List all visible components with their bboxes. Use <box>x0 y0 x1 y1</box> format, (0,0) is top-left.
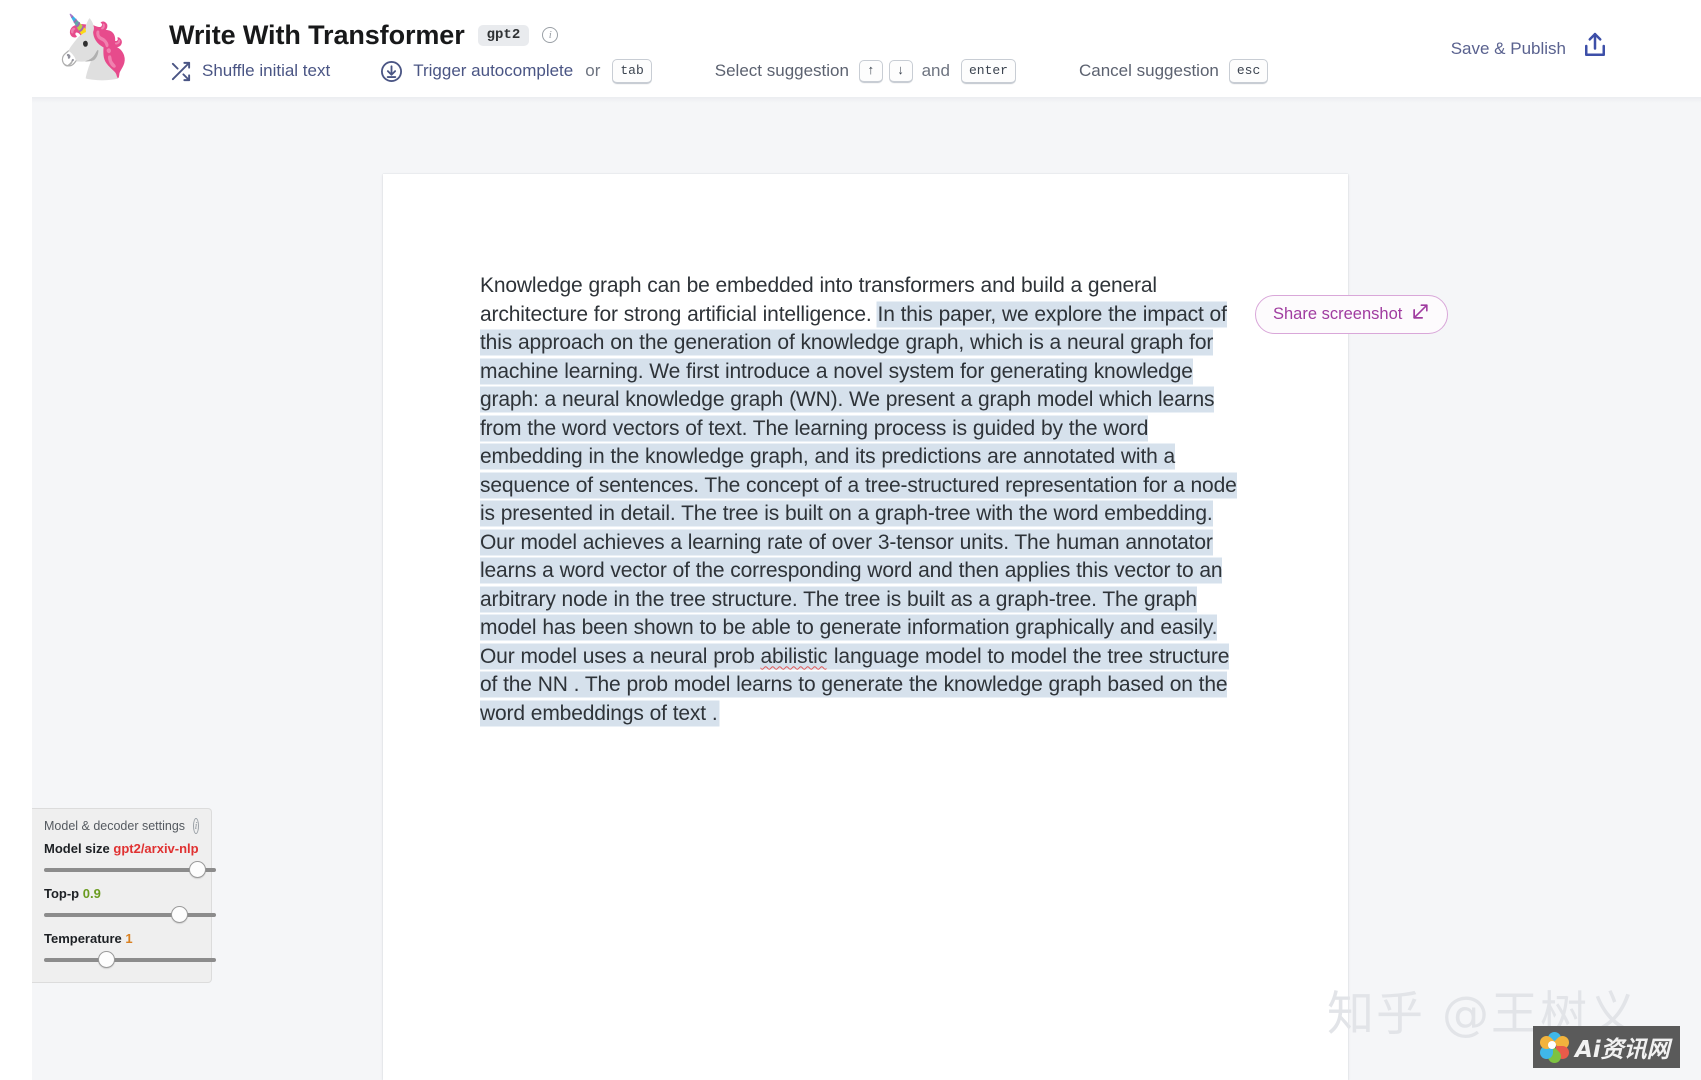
setting-temperature-label: Temperature 1 <box>44 931 199 946</box>
page-body: Knowledge graph can be embedded into tra… <box>32 97 1701 1080</box>
select-suggestion-label: Select suggestion <box>714 61 849 80</box>
header-inner: 🦄 Write With Transformer gpt2 i Shuffle … <box>55 6 1655 91</box>
shuffle-label: Shuffle initial text <box>202 61 331 80</box>
slider-thumb[interactable] <box>98 951 115 968</box>
download-circle-icon <box>380 60 403 83</box>
trigger-autocomplete-label: Trigger autocomplete <box>413 61 574 80</box>
key-esc[interactable]: esc <box>1228 58 1269 84</box>
share-screenshot-label: Share screenshot <box>1273 304 1403 323</box>
settings-info-icon[interactable]: i <box>193 818 199 834</box>
top-p-slider[interactable] <box>44 906 216 924</box>
setting-temperature-value: 1 <box>125 931 133 946</box>
share-screenshot-button[interactable]: Share screenshot <box>1255 295 1449 334</box>
key-enter[interactable]: enter <box>960 58 1016 84</box>
ai-news-badge: Ai资讯网 <box>1533 1026 1680 1068</box>
flower-logo-icon <box>1537 1032 1572 1066</box>
model-size-slider[interactable] <box>44 861 216 879</box>
editor-textarea[interactable]: Knowledge graph can be embedded into tra… <box>480 272 1240 728</box>
ai-news-badge-text: Ai资讯网 <box>1575 1037 1670 1063</box>
temperature-slider[interactable] <box>44 951 216 969</box>
key-arrow-down[interactable]: ↓ <box>888 59 913 83</box>
shuffle-icon <box>169 60 192 83</box>
setting-top-p: Top-p 0.9 <box>44 886 216 924</box>
model-chip: gpt2 <box>477 24 530 46</box>
title-row: Write With Transformer gpt2 i <box>169 16 559 54</box>
app-header: 🦄 Write With Transformer gpt2 i Shuffle … <box>0 0 1701 97</box>
slider-track <box>44 958 216 962</box>
label-text: Temperature <box>44 931 122 946</box>
key-arrow-up[interactable]: ↑ <box>858 59 883 83</box>
upload-share-icon <box>1580 31 1610 66</box>
setting-model-size-value: gpt2/arxiv-nlp <box>113 841 199 856</box>
connector-and: and <box>921 61 950 80</box>
unicorn-logo-icon: 🦄 <box>55 13 133 82</box>
trigger-autocomplete-button[interactable]: Trigger autocomplete <box>380 60 573 83</box>
settings-header: Model & decoder settings i <box>44 818 199 834</box>
setting-model-size: Model size gpt2/arxiv-nlp <box>44 841 216 879</box>
slider-thumb[interactable] <box>171 906 188 923</box>
save-and-publish-label: Save & Publish <box>1450 38 1566 58</box>
settings-panel-title: Model & decoder settings <box>44 819 186 833</box>
shortcut-row: Shuffle initial text Trigger autocomplet… <box>169 55 1271 87</box>
connector-or: or <box>585 61 601 80</box>
misspelled-word: abilistic <box>760 644 829 668</box>
setting-temperature: Temperature 1 <box>44 931 216 969</box>
external-link-icon <box>1411 302 1430 326</box>
label-text: Model size <box>44 841 110 856</box>
label-text: Top-p <box>44 886 80 901</box>
shuffle-initial-text-button[interactable]: Shuffle initial text <box>169 60 330 83</box>
generated-text-part-1: In this paper, we explore the impact of … <box>480 302 1237 668</box>
setting-top-p-label: Top-p 0.9 <box>44 886 199 901</box>
info-icon[interactable]: i <box>542 27 559 43</box>
editor-card[interactable]: Knowledge graph can be embedded into tra… <box>383 174 1348 1080</box>
key-tab[interactable]: tab <box>612 58 652 84</box>
slider-thumb[interactable] <box>189 861 206 878</box>
save-and-publish-button[interactable]: Save & Publish <box>1451 31 1610 66</box>
model-decoder-settings-panel[interactable]: Model & decoder settings i Model size gp… <box>32 808 216 983</box>
slider-track <box>44 913 216 917</box>
cancel-suggestion-label: Cancel suggestion <box>1078 61 1219 80</box>
setting-model-size-label: Model size gpt2/arxiv-nlp <box>44 841 199 856</box>
page-title: Write With Transformer <box>169 19 465 50</box>
setting-top-p-value: 0.9 <box>82 886 101 901</box>
